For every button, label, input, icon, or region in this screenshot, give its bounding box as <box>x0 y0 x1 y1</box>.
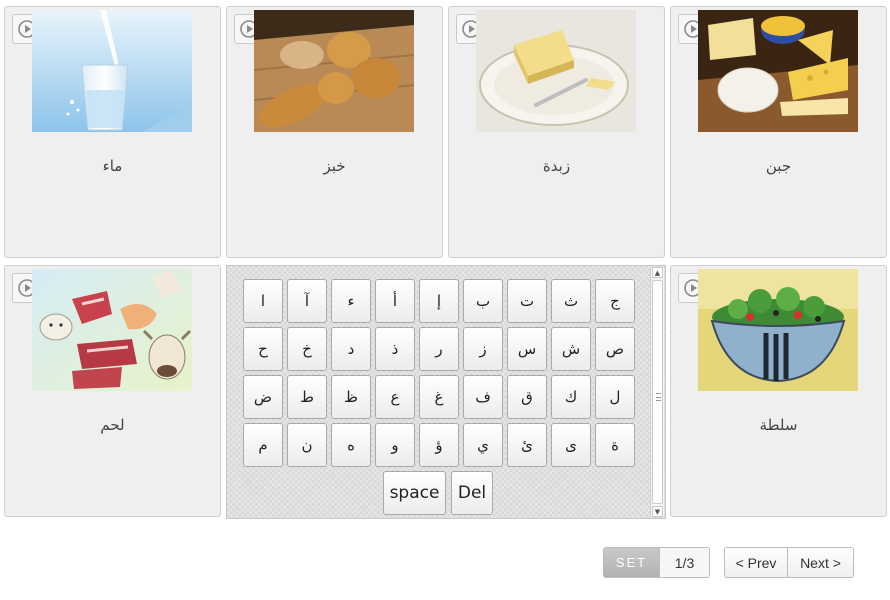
key-0-0[interactable]: ا <box>243 279 283 323</box>
key-0-8[interactable]: ج <box>595 279 635 323</box>
bread-image <box>254 10 414 132</box>
flashcard-bread: خبز <box>226 6 443 258</box>
key-1-2[interactable]: د <box>331 327 371 371</box>
key-1-6[interactable]: س <box>507 327 547 371</box>
prev-button[interactable]: < Prev <box>724 547 788 578</box>
scrollbar-thumb[interactable] <box>652 280 663 504</box>
flashcard-water: ماء <box>4 6 221 258</box>
cheese-image <box>698 10 858 132</box>
key-2-8[interactable]: ل <box>595 375 635 419</box>
arabic-keyboard: ا آ ء أ إ ب ت ث ج ح خ د ذ ر ز س ش ص ض ط ظ ع غ ف ق ك ل م ن ه و ؤ ي ئ ى ة spac… <box>226 265 666 519</box>
key-2-7[interactable]: ك <box>551 375 591 419</box>
key-2-0[interactable]: ض <box>243 375 283 419</box>
card-word: زبدة <box>542 157 571 175</box>
scroll-up-arrow-icon[interactable]: ▲ <box>652 267 663 278</box>
key-1-8[interactable]: ص <box>595 327 635 371</box>
key-3-2[interactable]: ه <box>331 423 371 467</box>
card-word: ماء <box>102 157 123 175</box>
key-0-1[interactable]: آ <box>287 279 327 323</box>
key-2-3[interactable]: ع <box>375 375 415 419</box>
key-2-5[interactable]: ف <box>463 375 503 419</box>
grip-icon <box>656 393 661 401</box>
key-3-4[interactable]: ؤ <box>419 423 459 467</box>
key-3-5[interactable]: ي <box>463 423 503 467</box>
key-0-4[interactable]: إ <box>419 279 459 323</box>
water-glass-image <box>32 10 192 132</box>
card-word: خبز <box>323 157 346 175</box>
next-button[interactable]: Next > <box>788 547 854 578</box>
key-1-3[interactable]: ذ <box>375 327 415 371</box>
set-indicator: SET 1/3 <box>603 547 710 578</box>
set-count: 1/3 <box>660 547 710 578</box>
flashcard-meat: لحم <box>4 265 221 517</box>
key-3-7[interactable]: ى <box>551 423 591 467</box>
key-2-6[interactable]: ق <box>507 375 547 419</box>
key-3-6[interactable]: ئ <box>507 423 547 467</box>
key-1-5[interactable]: ز <box>463 327 503 371</box>
flashcard-cheese: جبن <box>670 6 887 258</box>
meat-image <box>32 269 192 391</box>
delete-key[interactable]: Del <box>451 471 493 515</box>
key-2-1[interactable]: ط <box>287 375 327 419</box>
scroll-down-arrow-icon[interactable]: ▼ <box>652 506 663 517</box>
card-word: لحم <box>100 416 125 434</box>
flashcard-salad: سلطة <box>670 265 887 517</box>
key-3-0[interactable]: م <box>243 423 283 467</box>
key-0-7[interactable]: ث <box>551 279 591 323</box>
butter-image <box>476 10 636 132</box>
key-0-5[interactable]: ب <box>463 279 503 323</box>
key-0-6[interactable]: ت <box>507 279 547 323</box>
keyboard-scrollbar[interactable]: ▲ ▼ <box>650 267 664 517</box>
flashcard-butter: زبدة <box>448 6 665 258</box>
key-0-3[interactable]: أ <box>375 279 415 323</box>
key-1-0[interactable]: ح <box>243 327 283 371</box>
key-2-4[interactable]: غ <box>419 375 459 419</box>
key-0-2[interactable]: ء <box>331 279 371 323</box>
key-3-8[interactable]: ة <box>595 423 635 467</box>
space-key[interactable]: space <box>383 471 446 515</box>
salad-image <box>698 269 858 391</box>
key-3-3[interactable]: و <box>375 423 415 467</box>
key-1-1[interactable]: خ <box>287 327 327 371</box>
card-word: جبن <box>765 157 792 175</box>
key-1-4[interactable]: ر <box>419 327 459 371</box>
key-1-7[interactable]: ش <box>551 327 591 371</box>
set-button[interactable]: SET <box>603 547 660 578</box>
key-2-2[interactable]: ظ <box>331 375 371 419</box>
key-3-1[interactable]: ن <box>287 423 327 467</box>
pagination: < Prev Next > <box>724 547 854 578</box>
card-word: سلطة <box>759 416 798 434</box>
